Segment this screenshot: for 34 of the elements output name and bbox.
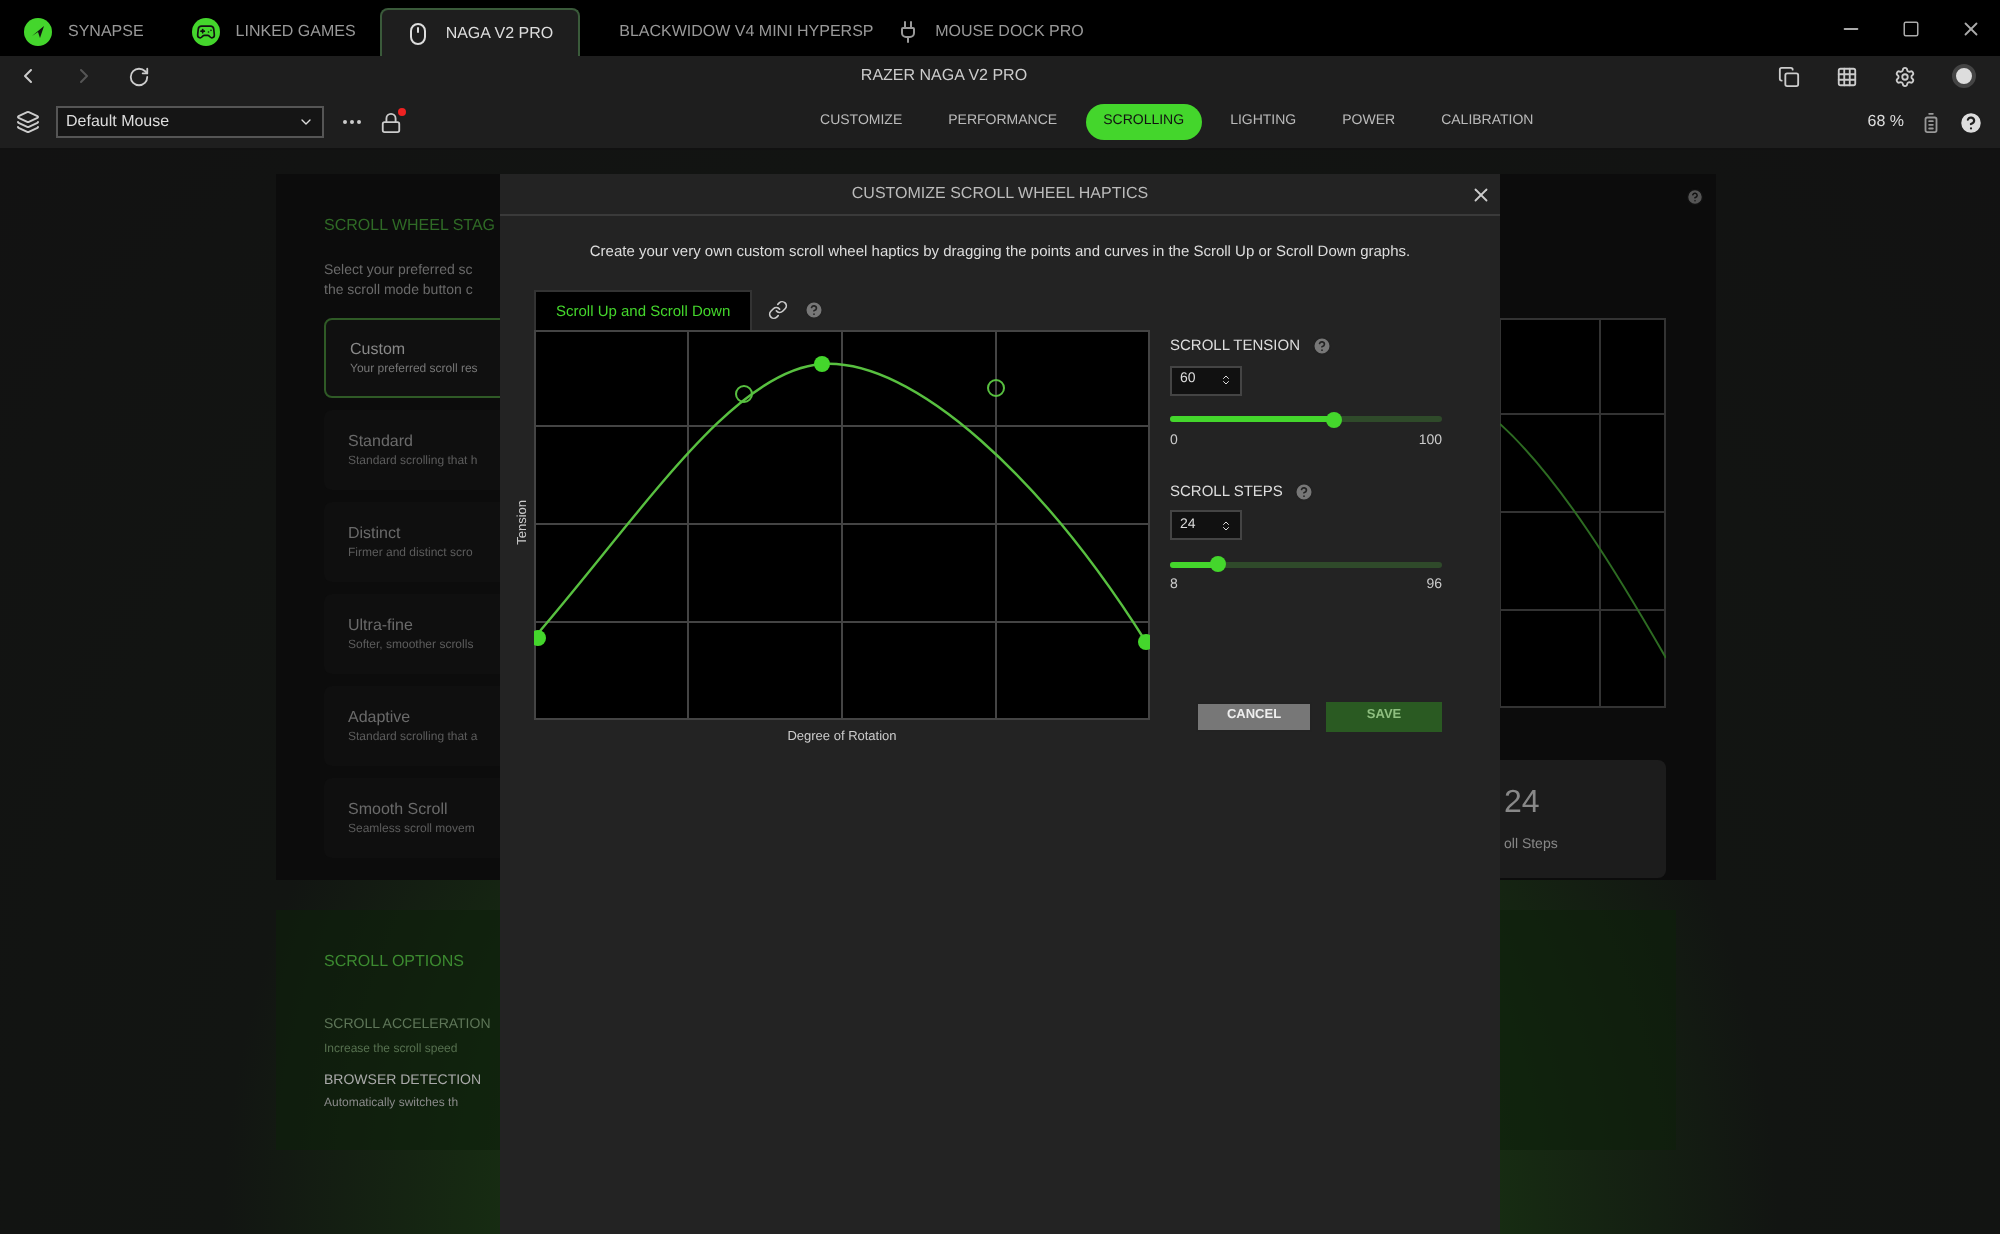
slider-track[interactable] [1170,416,1442,422]
settings-icon[interactable] [1894,65,1916,87]
device-title: RAZER NAGA V2 PRO [860,64,1028,88]
app-tab[interactable]: NAGA V2 PRO [379,8,580,56]
refresh-icon[interactable] [128,65,150,87]
battery-level: 68 % [1867,110,1904,134]
help-icon[interactable] [1958,109,1984,135]
app-tab[interactable]: LINKED GAMES [167,8,380,56]
battery-icon [1920,111,1942,133]
section-heading: SCROLL OPTIONS [324,950,466,974]
dialog-title: CUSTOMIZE SCROLL WHEEL HAPTICS [851,182,1149,206]
steps-value: 24 [1504,784,1540,825]
app-tab[interactable]: SYNAPSE [0,8,168,56]
app-tab[interactable]: MOUSE DOCK PRO [871,8,1108,56]
avatar-icon[interactable] [1952,64,1976,88]
close-icon[interactable] [1470,183,1492,205]
slider-thumb[interactable] [1325,411,1342,427]
apps-grid-icon[interactable] [1836,65,1858,87]
profile-dropdown[interactable]: Default Mouse [56,106,324,138]
slider-track[interactable] [1170,561,1442,568]
copy-icon[interactable] [1778,65,1800,87]
link-icon[interactable] [768,300,789,321]
mouse-icon [405,21,430,45]
profiles-icon[interactable] [16,110,40,134]
razer-logo-icon [24,18,52,46]
maximize-icon[interactable] [1901,19,1919,37]
section-heading: SCROLL WHEEL STAG [324,214,497,238]
plug-icon [895,20,920,44]
caret-icon [298,114,314,130]
close-icon[interactable] [1959,17,1981,39]
lock-icon[interactable] [380,111,402,133]
slider-thumb[interactable] [1210,556,1227,573]
app-tab[interactable]: BLACKWIDOW V4 MINI HYPERSP [579,8,872,56]
gamepad-icon [191,18,220,46]
